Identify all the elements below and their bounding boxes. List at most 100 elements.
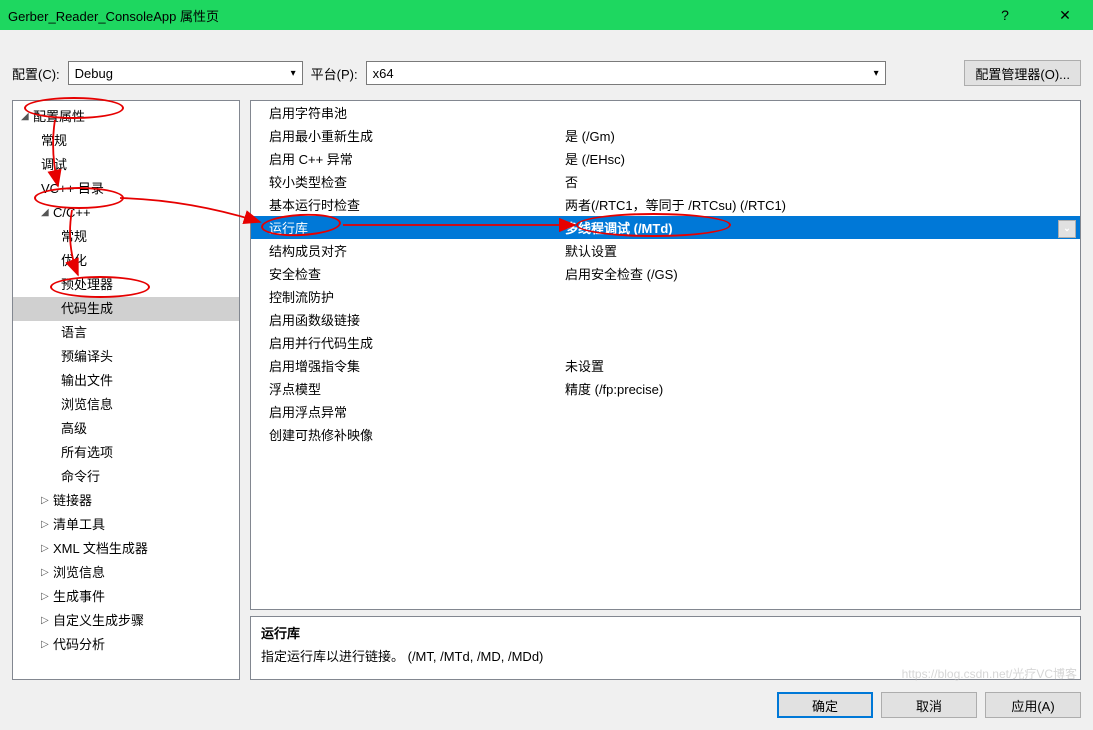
tree-label: 语言 (61, 323, 87, 343)
chevron-down-icon: ▾ (291, 68, 296, 79)
property-row[interactable]: 浮点模型精度 (/fp:precise) (251, 377, 1080, 400)
property-value[interactable]: 精度 (/fp:precise) (561, 379, 1080, 398)
property-row[interactable]: 基本运行时检查两者(/RTC1，等同于 /RTCsu) (/RTC1) (251, 193, 1080, 216)
property-row[interactable]: 启用并行代码生成 (251, 331, 1080, 354)
expand-icon: ▷ (41, 611, 53, 631)
chevron-down-icon[interactable]: ⌄ (1058, 220, 1076, 238)
tree-item[interactable]: ▷浏览信息 (13, 561, 239, 585)
property-name: 启用最小重新生成 (251, 126, 561, 145)
tree-item[interactable]: VC++ 目录 (13, 177, 239, 201)
property-row[interactable]: 启用浮点异常 (251, 400, 1080, 423)
tree-item[interactable]: 所有选项 (13, 441, 239, 465)
property-row[interactable]: 启用字符串池 (251, 101, 1080, 124)
collapse-icon: ◢ (21, 107, 33, 127)
tree-item[interactable]: 常规 (13, 225, 239, 249)
tree-item[interactable]: 语言 (13, 321, 239, 345)
button-row: 确定 取消 应用(A) (12, 692, 1081, 718)
property-name: 启用 C++ 异常 (251, 149, 561, 168)
platform-select[interactable]: x64 ▾ (366, 61, 886, 85)
tree-label: 常规 (61, 227, 87, 247)
property-name: 控制流防护 (251, 287, 561, 306)
platform-value: x64 (373, 66, 394, 81)
tree-label: 预编译头 (61, 347, 113, 367)
property-row[interactable]: 控制流防护 (251, 285, 1080, 308)
tree-label: 高级 (61, 419, 87, 439)
property-value[interactable]: 启用安全检查 (/GS) (561, 264, 1080, 283)
property-row[interactable]: 运行库多线程调试 (/MTd)⌄ (251, 216, 1080, 239)
titlebar: Gerber_Reader_ConsoleApp 属性页 ? ✕ (0, 0, 1093, 30)
config-select[interactable]: Debug ▾ (68, 61, 303, 85)
tree-root[interactable]: ◢配置属性 (13, 105, 239, 129)
titlebar-controls: ? ✕ (985, 7, 1085, 24)
tree-label: 配置属性 (33, 107, 85, 127)
property-row[interactable]: 启用最小重新生成是 (/Gm) (251, 124, 1080, 147)
tree-item[interactable]: 输出文件 (13, 369, 239, 393)
property-value[interactable]: 两者(/RTC1，等同于 /RTCsu) (/RTC1) (561, 195, 1080, 214)
expand-icon: ▷ (41, 491, 53, 511)
property-row[interactable]: 启用函数级链接 (251, 308, 1080, 331)
expand-icon: ▷ (41, 587, 53, 607)
property-name: 安全检查 (251, 264, 561, 283)
tree-item-cpp[interactable]: ◢C/C++ (13, 201, 239, 225)
tree-item[interactable]: ▷自定义生成步骤 (13, 609, 239, 633)
apply-button[interactable]: 应用(A) (985, 692, 1081, 718)
tree-item[interactable]: 预处理器 (13, 273, 239, 297)
property-row[interactable]: 安全检查启用安全检查 (/GS) (251, 262, 1080, 285)
chevron-down-icon: ▾ (874, 68, 879, 79)
property-row[interactable]: 结构成员对齐默认设置 (251, 239, 1080, 262)
config-manager-button[interactable]: 配置管理器(O)... (964, 60, 1081, 86)
config-row: 配置(C): Debug ▾ 平台(P): x64 ▾ 配置管理器(O)... (12, 60, 1081, 86)
property-value[interactable]: 未设置 (561, 356, 1080, 375)
tree-item[interactable]: 高级 (13, 417, 239, 441)
tree-item[interactable]: ▷清单工具 (13, 513, 239, 537)
property-row[interactable]: 启用 C++ 异常是 (/EHsc) (251, 147, 1080, 170)
property-name: 浮点模型 (251, 379, 561, 398)
tree-item-codegen[interactable]: 代码生成 (13, 297, 239, 321)
property-value[interactable]: 是 (/Gm) (561, 126, 1080, 145)
tree-label: XML 文档生成器 (53, 539, 148, 559)
tree-item[interactable]: ▷XML 文档生成器 (13, 537, 239, 561)
tree-item[interactable]: ▷代码分析 (13, 633, 239, 657)
tree-item[interactable]: 调试 (13, 153, 239, 177)
tree-item[interactable]: 优化 (13, 249, 239, 273)
property-row[interactable]: 较小类型检查否 (251, 170, 1080, 193)
help-button[interactable]: ? (985, 7, 1025, 24)
tree-item[interactable]: ▷链接器 (13, 489, 239, 513)
property-name: 启用增强指令集 (251, 356, 561, 375)
property-value[interactable]: 是 (/EHsc) (561, 149, 1080, 168)
tree-item[interactable]: 常规 (13, 129, 239, 153)
expand-icon: ▷ (41, 539, 53, 559)
tree-label: VC++ 目录 (41, 179, 104, 199)
property-name: 启用并行代码生成 (251, 333, 561, 352)
close-button[interactable]: ✕ (1045, 7, 1085, 24)
tree-label: 代码生成 (61, 299, 113, 319)
property-name: 运行库 (251, 218, 561, 237)
description-panel: 运行库 指定运行库以进行链接。 (/MT, /MTd, /MD, /MDd) (250, 616, 1081, 680)
property-value[interactable]: 否 (561, 172, 1080, 191)
tree-label: 浏览信息 (53, 563, 105, 583)
expand-icon: ▷ (41, 563, 53, 583)
tree-item[interactable]: 预编译头 (13, 345, 239, 369)
ok-button[interactable]: 确定 (777, 692, 873, 718)
tree-label: 命令行 (61, 467, 100, 487)
property-row[interactable]: 启用增强指令集未设置 (251, 354, 1080, 377)
tree-item[interactable]: 浏览信息 (13, 393, 239, 417)
property-value[interactable]: 默认设置 (561, 241, 1080, 260)
right-panel: 启用字符串池启用最小重新生成是 (/Gm)启用 C++ 异常是 (/EHsc)较… (250, 100, 1081, 680)
description-title: 运行库 (261, 623, 1070, 642)
property-row[interactable]: 创建可热修补映像 (251, 423, 1080, 446)
platform-label: 平台(P): (311, 64, 358, 83)
tree-item[interactable]: 命令行 (13, 465, 239, 489)
tree-label: 清单工具 (53, 515, 105, 535)
tree-panel[interactable]: ◢配置属性 常规 调试 VC++ 目录 ◢C/C++ 常规 优化 预处理器 代码… (12, 100, 240, 680)
property-grid[interactable]: 启用字符串池启用最小重新生成是 (/Gm)启用 C++ 异常是 (/EHsc)较… (250, 100, 1081, 610)
tree-label: 常规 (41, 131, 67, 151)
cancel-button[interactable]: 取消 (881, 692, 977, 718)
property-name: 启用字符串池 (251, 103, 561, 122)
tree-label: 链接器 (53, 491, 92, 511)
property-value[interactable]: 多线程调试 (/MTd)⌄ (561, 218, 1080, 237)
expand-icon: ▷ (41, 515, 53, 535)
tree-item[interactable]: ▷生成事件 (13, 585, 239, 609)
main-area: ◢配置属性 常规 调试 VC++ 目录 ◢C/C++ 常规 优化 预处理器 代码… (12, 100, 1081, 680)
description-text: 指定运行库以进行链接。 (/MT, /MTd, /MD, /MDd) (261, 646, 1070, 665)
